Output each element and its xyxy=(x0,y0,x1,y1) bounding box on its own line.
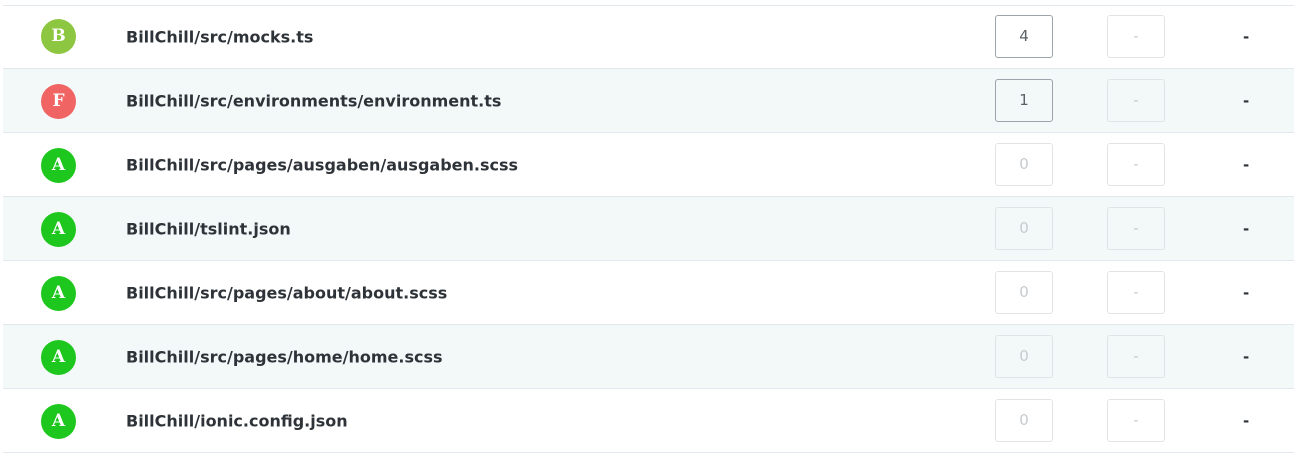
duplication-count-button[interactable]: - xyxy=(1107,270,1165,314)
file-row[interactable]: F BillChill/src/environments/environment… xyxy=(3,69,1294,133)
grade-badge: A xyxy=(41,403,76,439)
duplication-count-button[interactable]: - xyxy=(1107,206,1165,250)
file-row[interactable]: A BillChill/tslint.json 0 - - xyxy=(3,197,1294,261)
duplication-count-button[interactable]: - xyxy=(1107,142,1165,186)
file-row[interactable]: A BillChill/ionic.config.json 0 - - xyxy=(3,389,1294,453)
file-path-link[interactable]: BillChill/src/pages/about/about.scss xyxy=(126,283,447,302)
trailing-value: - xyxy=(1243,91,1250,110)
issues-count-button[interactable]: 1 xyxy=(995,78,1053,122)
issues-count-button[interactable]: 0 xyxy=(995,206,1053,250)
grade-badge: A xyxy=(41,147,76,183)
issues-count-button[interactable]: 0 xyxy=(995,142,1053,186)
file-row[interactable]: A BillChill/src/pages/ausgaben/ausgaben.… xyxy=(3,133,1294,197)
trailing-value: - xyxy=(1243,219,1250,238)
file-row[interactable]: A BillChill/src/pages/home/home.scss 0 -… xyxy=(3,325,1294,389)
issues-count-button[interactable]: 4 xyxy=(995,15,1053,58)
file-path-link[interactable]: BillChill/src/pages/ausgaben/ausgaben.sc… xyxy=(126,155,518,174)
file-row[interactable]: B BillChill/src/mocks.ts 4 - - xyxy=(3,6,1294,69)
trailing-value: - xyxy=(1243,28,1250,46)
issues-count-button[interactable]: 0 xyxy=(995,270,1053,314)
file-row[interactable]: A BillChill/src/pages/about/about.scss 0… xyxy=(3,261,1294,325)
issues-count-button[interactable]: 0 xyxy=(995,334,1053,378)
duplication-count-button[interactable]: - xyxy=(1107,15,1165,58)
file-path-link[interactable]: BillChill/ionic.config.json xyxy=(126,411,348,430)
duplication-count-button[interactable]: - xyxy=(1107,398,1165,442)
file-path-link[interactable]: BillChill/src/mocks.ts xyxy=(126,28,313,47)
grade-badge: B xyxy=(41,19,76,54)
grade-badge: F xyxy=(41,83,76,119)
duplication-count-button[interactable]: - xyxy=(1107,334,1165,378)
trailing-value: - xyxy=(1243,283,1250,302)
trailing-value: - xyxy=(1243,155,1250,174)
trailing-value: - xyxy=(1243,411,1250,430)
grade-badge: A xyxy=(41,275,76,311)
grade-badge: A xyxy=(41,211,76,247)
file-path-link[interactable]: BillChill/tslint.json xyxy=(126,219,291,238)
grade-badge: A xyxy=(41,339,76,375)
duplication-count-button[interactable]: - xyxy=(1107,78,1165,122)
file-path-link[interactable]: BillChill/src/environments/environment.t… xyxy=(126,91,501,110)
file-path-link[interactable]: BillChill/src/pages/home/home.scss xyxy=(126,347,443,366)
trailing-value: - xyxy=(1243,347,1250,366)
file-list: B BillChill/src/mocks.ts 4 - - F BillChi… xyxy=(3,5,1294,453)
issues-count-button[interactable]: 0 xyxy=(995,398,1053,442)
